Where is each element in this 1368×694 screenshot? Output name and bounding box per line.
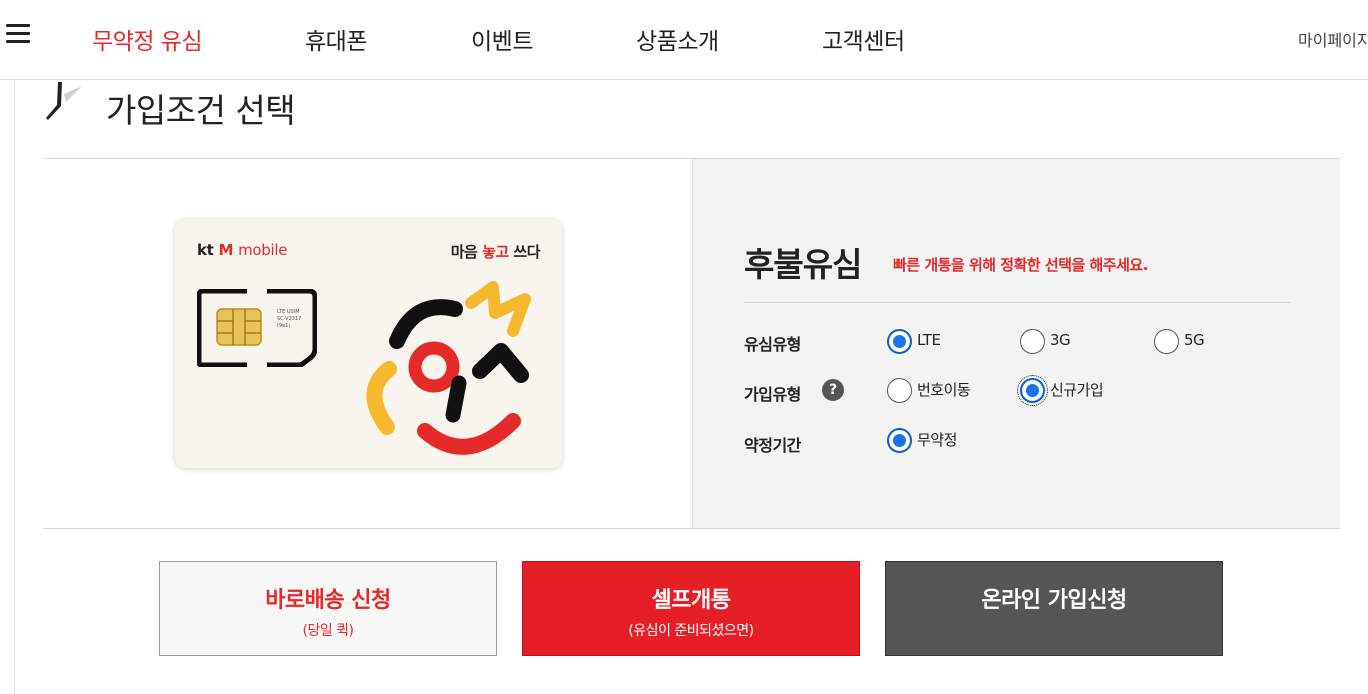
- step-marker-icon: [46, 82, 82, 120]
- radio-5g-label[interactable]: 5G: [1184, 331, 1205, 349]
- usim-card-image: kt M mobile 마음 놓고 쓰다 LTE USIM SC-V2317 (…: [175, 219, 562, 468]
- join-type-label: 가입유형: [744, 385, 801, 404]
- plan-divider: [744, 302, 1291, 303]
- kt-m-mobile-logo: kt M mobile: [197, 241, 288, 259]
- page-edge-divider: [14, 80, 15, 694]
- radio-3g-label[interactable]: 3G: [1050, 331, 1071, 349]
- nav-item-customer-center[interactable]: 고객센터: [822, 22, 905, 56]
- plan-hint-text: 빠른 개통을 위해 정확한 선택을 해주세요.: [893, 256, 1148, 274]
- express-delivery-button[interactable]: 바로배송 신청 (당일 퀵): [159, 561, 497, 656]
- express-delivery-label: 바로배송 신청: [265, 588, 391, 613]
- slogan-logo: 마음 놓고 쓰다: [450, 243, 541, 261]
- radio-number-port-label[interactable]: 번호이동: [917, 379, 971, 400]
- contract-period-label: 약정기간: [744, 436, 801, 455]
- help-icon[interactable]: ?: [822, 379, 844, 401]
- divider-bottom: [43, 528, 1340, 529]
- nav-item-products[interactable]: 상품소개: [636, 22, 719, 56]
- hamburger-menu-icon[interactable]: [6, 24, 30, 44]
- online-signup-button[interactable]: 온라인 가입신청: [885, 561, 1223, 656]
- mypage-link[interactable]: 마이페이지: [1298, 27, 1368, 51]
- usim-type-label: 유심유형: [744, 335, 801, 354]
- radio-lte[interactable]: [887, 329, 912, 354]
- self-activation-sublabel: (유심이 준비되셨으면): [628, 623, 754, 639]
- self-activation-label: 셀프개통: [651, 588, 731, 613]
- nav-item-unlimited-usim[interactable]: 무약정 유심: [92, 22, 203, 56]
- self-activation-button[interactable]: 셀프개통 (유심이 준비되셨으면): [522, 561, 860, 656]
- express-delivery-sublabel: (당일 퀵): [302, 623, 354, 639]
- online-signup-label: 온라인 가입신청: [981, 588, 1127, 613]
- chip-label-text: LTE USIM SC-V2317 (9e1): [277, 309, 302, 329]
- top-navigation: 무약정 유심 휴대폰 이벤트 상품소개 고객센터 마이페이지: [0, 0, 1368, 80]
- nav-item-phones[interactable]: 휴대폰: [305, 22, 367, 56]
- radio-new-signup-label[interactable]: 신규가입: [1050, 379, 1104, 400]
- radio-no-contract[interactable]: [887, 428, 912, 453]
- radio-3g[interactable]: [1020, 329, 1045, 354]
- section-title: 가입조건 선택: [106, 91, 296, 130]
- radio-number-port[interactable]: [887, 378, 912, 403]
- plan-title: 후불유심: [744, 245, 862, 284]
- radio-5g[interactable]: [1154, 329, 1179, 354]
- radio-no-contract-label[interactable]: 무약정: [917, 429, 957, 450]
- radio-new-signup[interactable]: [1017, 375, 1048, 406]
- smiley-face-illustration: [366, 281, 531, 455]
- radio-lte-label[interactable]: LTE: [917, 331, 941, 349]
- nav-item-events[interactable]: 이벤트: [471, 22, 533, 56]
